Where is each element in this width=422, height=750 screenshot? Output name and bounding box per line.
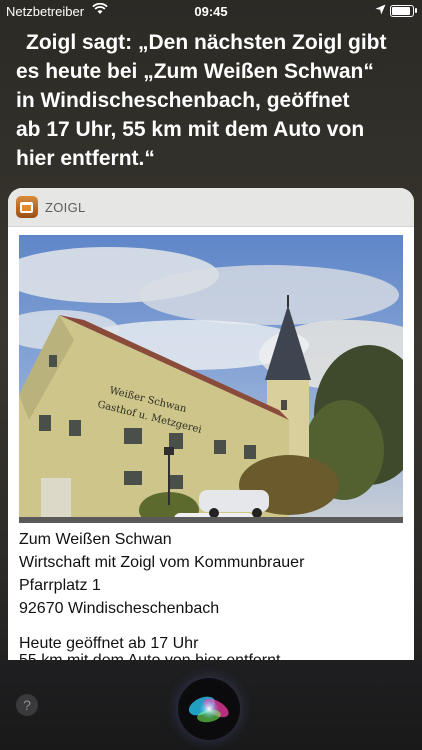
venue-photo[interactable]: Weißer Schwan Gasthof u. Metzgerei [19,235,403,523]
venue-info: Zum Weißen Schwan Wirtschaft mit Zoigl v… [19,528,304,655]
result-card[interactable]: ZOIGL Weißer Schwan Gasthof u. Metzgerei… [8,188,414,660]
status-bar: Netzbetreiber 09:45 [0,0,422,22]
venue-photo-illustration: Weißer Schwan Gasthof u. Metzgerei [19,235,403,523]
zoigl-app-icon [16,196,38,218]
siri-line: in Windischeschenbach, geöffnet [16,89,350,112]
siri-line: hier entfernt.“ [16,147,155,170]
siri-line: Zoigl sagt: „Den nächsten Zoigl gibt [26,31,387,54]
help-button[interactable]: ? [16,694,38,716]
siri-orb-icon [181,681,237,737]
battery-fill [392,7,410,15]
distance-text: 55 km mit dem Auto von hier entfernt [19,651,280,660]
venue-name: Zum Weißen Schwan [19,531,172,548]
venue-type: Wirtschaft mit Zoigl vom Kommunbrauer [19,554,305,571]
battery-icon [390,5,417,17]
siri-bottom-bar: ? [0,660,422,750]
siri-line: ab 17 Uhr, 55 km mit dem Auto von [16,118,365,141]
venue-city: 92670 Windischeschenbach [19,600,220,617]
venue-street: Pfarrplatz 1 [19,577,101,594]
siri-response: Zoigl sagt: „Den nächsten Zoigl gibt es … [16,28,412,173]
siri-line: es heute bei „Zum Weißen Schwan“ [16,60,374,83]
location-arrow-icon [375,4,386,15]
card-header[interactable]: ZOIGL [8,188,414,227]
siri-orb-button[interactable] [178,678,240,740]
app-name: ZOIGL [45,200,86,215]
clock: 09:45 [194,4,228,19]
